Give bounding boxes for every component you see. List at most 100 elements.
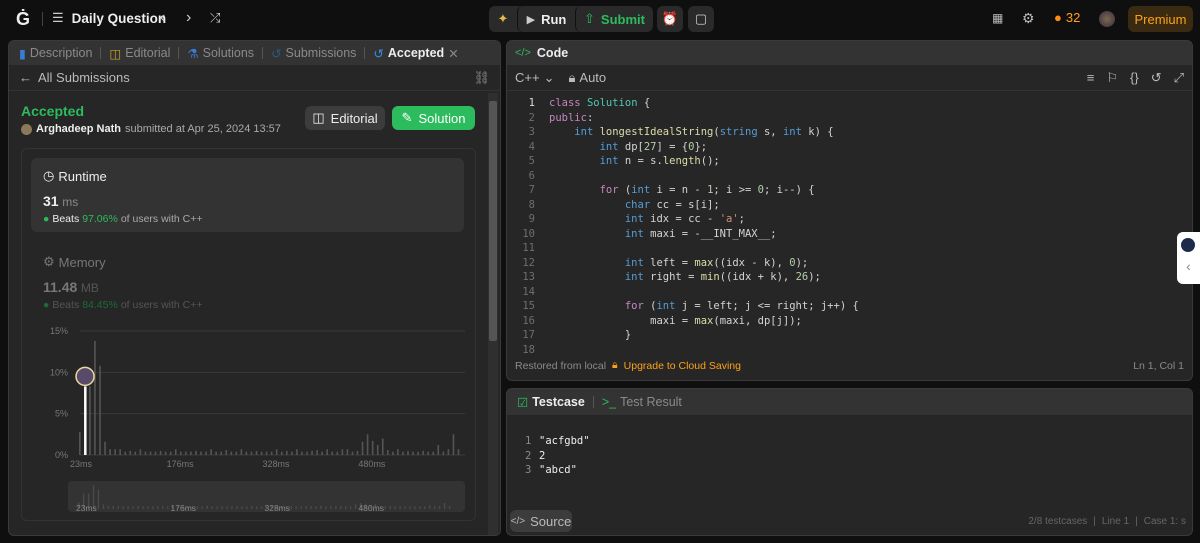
- solution-button[interactable]: ✎ Solution: [392, 106, 475, 130]
- bar: [119, 449, 121, 455]
- bar: [316, 450, 318, 455]
- runtime-distribution-chart[interactable]: 0% 5% 10% 15% 23ms 176ms 328ms 480ms 23ms 176ms 32…: [22, 319, 477, 519]
- bar: [296, 449, 298, 455]
- tab-testcase[interactable]: ☑ Testcase: [517, 395, 585, 410]
- overview-bar: [260, 506, 263, 509]
- overview-bar: [107, 505, 110, 509]
- overview-bar: [206, 505, 208, 509]
- tab-description[interactable]: ▮ Description: [19, 46, 92, 61]
- bar: [89, 386, 91, 455]
- daily-question-link[interactable]: ☰ Daily Question: [52, 10, 166, 26]
- timer-button[interactable]: ⏰: [657, 6, 683, 32]
- note-icon: ▢: [694, 11, 708, 26]
- scrollbar-thumb[interactable]: [489, 101, 497, 341]
- flame-icon: ●: [1054, 10, 1062, 25]
- streak-counter[interactable]: ● 32: [1054, 10, 1080, 25]
- leetcode-logo[interactable]: Ġ: [16, 9, 34, 29]
- lock-icon: 🔒︎: [568, 69, 576, 85]
- overview-bar: [325, 506, 327, 509]
- overview-bar: [335, 505, 337, 509]
- bar: [291, 451, 293, 455]
- code-line: 4 int dp[27] = {0};: [528, 140, 708, 153]
- code-line: 18: [522, 343, 535, 356]
- bar: [457, 449, 460, 455]
- bar: [200, 451, 202, 455]
- code-line: 2 public:: [528, 111, 594, 124]
- shuffle-icon[interactable]: ⤮: [210, 10, 220, 26]
- bar: [361, 441, 364, 455]
- overview-bar: [211, 506, 213, 509]
- tab-accepted[interactable]: ↺ Accepted ✕: [373, 46, 458, 61]
- tab-editorial[interactable]: ◫ Editorial: [109, 46, 170, 61]
- bar: [427, 451, 429, 455]
- tab-solutions[interactable]: ⚗ Solutions: [187, 46, 254, 61]
- memory-card[interactable]: ⚙ Memory 11.48 MB ● Beats 84.45% of users wi…: [31, 244, 464, 318]
- overview-bar: [196, 506, 199, 509]
- code-editor[interactable]: 1 class Solution {2 public: 3 int longestId…: [507, 91, 1192, 358]
- cursor-position: Ln 1, Col 1: [1133, 360, 1184, 372]
- chevron-left-icon[interactable]: ‹: [1177, 258, 1200, 274]
- tab-test-result[interactable]: >_ Test Result: [602, 395, 682, 409]
- run-button[interactable]: ▶ Run: [517, 6, 575, 32]
- history-icon: ↺: [373, 46, 384, 61]
- scrollbar[interactable]: [488, 93, 498, 535]
- overview-bar: [137, 505, 139, 509]
- code-line: 8 char cc = s[i];: [528, 198, 720, 211]
- overview-bar: [409, 506, 411, 509]
- notes-button[interactable]: ▢: [688, 6, 714, 32]
- runtime-card[interactable]: ◷ Runtime 31 ms ● Beats 97.06% of users with…: [31, 158, 464, 232]
- all-submissions-link[interactable]: ← All Submissions: [19, 70, 130, 85]
- bar: [341, 449, 344, 455]
- next-question-icon[interactable]: ›: [186, 9, 191, 27]
- overview-bar: [236, 505, 238, 509]
- overview-bar: [399, 506, 401, 509]
- avatar[interactable]: [1099, 11, 1115, 27]
- overview-bar: [162, 506, 164, 509]
- premium-button[interactable]: Premium: [1128, 6, 1193, 32]
- language-select[interactable]: C++ ⌄: [515, 70, 554, 86]
- overview-tick-label: 23ms: [76, 503, 97, 513]
- back-bar: ← All Submissions ⛓: [9, 65, 500, 91]
- overview-bar: [300, 506, 302, 509]
- submit-button[interactable]: ⇧ Submit: [575, 6, 653, 32]
- bar: [220, 451, 222, 455]
- side-widget[interactable]: ‹: [1177, 232, 1200, 284]
- lock-icon: 🔒︎: [612, 359, 618, 371]
- left-tabs: ▮ Description ◫ Editorial ⚗ Solutions ↺ Subm…: [9, 41, 500, 65]
- debug-icon[interactable]: ✦: [489, 6, 517, 32]
- bookmark-icon[interactable]: ⚐: [1106, 70, 1118, 86]
- braces-icon[interactable]: {}: [1130, 70, 1139, 85]
- overview-bar: [394, 506, 396, 509]
- bar: [79, 431, 81, 455]
- x-tick-label: 480ms: [358, 459, 386, 469]
- code-line: 14: [522, 285, 535, 298]
- gear-icon[interactable]: ⚙: [1022, 10, 1035, 27]
- editorial-button[interactable]: ◫ Editorial: [305, 106, 385, 130]
- bar: [437, 445, 440, 455]
- link-icon[interactable]: ⛓: [473, 70, 490, 86]
- source-button[interactable]: </> Source: [510, 510, 572, 532]
- overview-bar: [157, 506, 159, 509]
- bar: [210, 449, 212, 455]
- user-name[interactable]: Arghadeep Nath: [36, 123, 121, 135]
- bar: [402, 451, 404, 455]
- editor-status: Restored from local 🔒︎ Upgrade to Cloud …: [515, 359, 741, 372]
- overview-bar: [241, 506, 243, 509]
- reset-icon[interactable]: ↺: [1151, 70, 1162, 86]
- close-icon[interactable]: ✕: [448, 46, 458, 61]
- format-icon[interactable]: ≡: [1087, 70, 1095, 85]
- testcase-input[interactable]: 1 "acfgbd" 22 3 "abcd": [507, 415, 1192, 479]
- bar: [286, 450, 288, 455]
- upgrade-link[interactable]: Upgrade to Cloud Saving: [624, 360, 741, 372]
- expand-icon[interactable]: ⤢: [1174, 70, 1184, 86]
- layout-icon[interactable]: ▦: [992, 11, 1003, 25]
- edit-icon: ✎: [401, 110, 413, 125]
- mode-auto[interactable]: 🔒︎ Auto: [568, 70, 606, 86]
- prev-question-icon[interactable]: ‹: [160, 9, 165, 27]
- bar: [387, 450, 389, 455]
- tab-submissions[interactable]: ↺ Submissions: [271, 46, 356, 61]
- bar: [240, 449, 243, 455]
- hand-clap-icon: ●: [43, 213, 50, 225]
- bar: [94, 340, 96, 455]
- bar: [104, 441, 106, 455]
